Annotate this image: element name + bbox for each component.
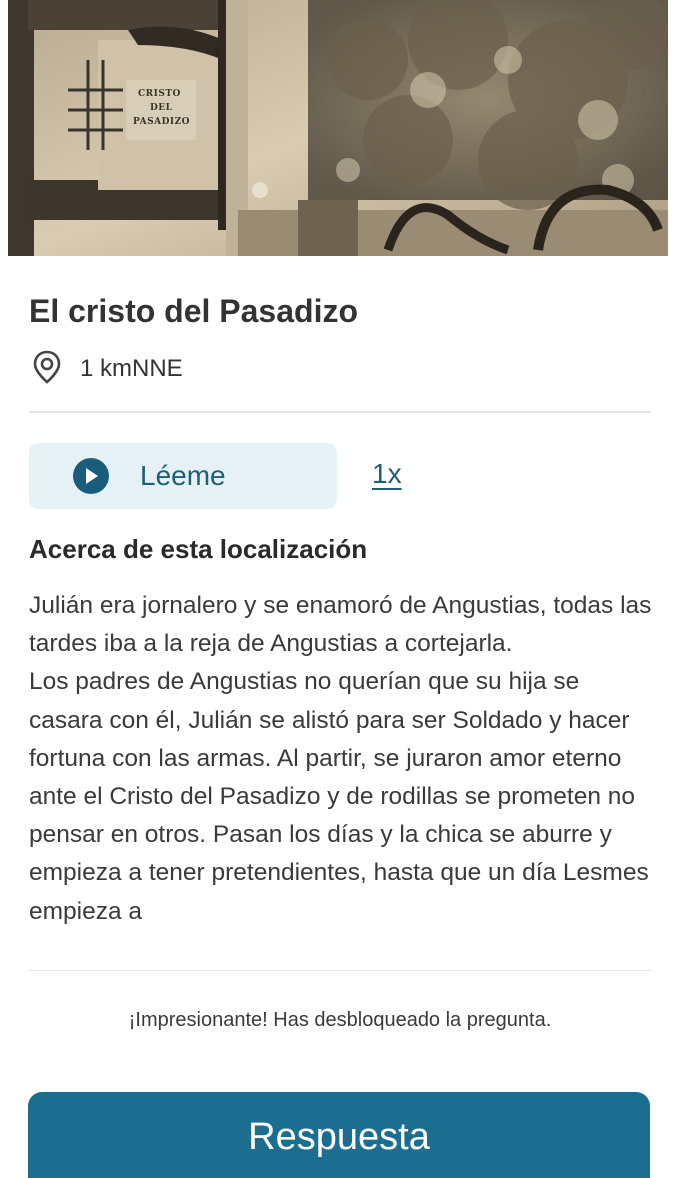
location-detail-screen: CRISTO DEL PASADIZO El cristo del Pasadi…: [0, 0, 700, 1178]
about-description[interactable]: Julián era jornalero y se enamoró de Ang…: [29, 587, 659, 967]
description-paragraph: Julián era jornalero y se enamoró de Ang…: [29, 592, 652, 658]
about-heading: Acerca de esta localización: [29, 534, 368, 564]
divider: [29, 411, 651, 413]
cristo-plaque: CRISTO DEL PASADIZO: [126, 80, 196, 140]
read-aloud-button[interactable]: Léeme: [29, 443, 337, 509]
location-title: El cristo del Pasadizo: [29, 293, 358, 329]
playback-speed-link[interactable]: 1x: [372, 458, 402, 490]
distance-row: 1 kmNNE: [32, 350, 183, 389]
unlock-message: ¡Impresionante! Has desbloqueado la preg…: [128, 1009, 552, 1031]
location-photo-image: CRISTO DEL PASADIZO: [8, 0, 668, 256]
description-paragraph: Los padres de Angustias no querían que s…: [29, 668, 649, 925]
location-pin-icon: [32, 350, 62, 389]
play-icon: [73, 458, 109, 494]
location-photo: CRISTO DEL PASADIZO: [8, 0, 668, 256]
divider: [29, 970, 651, 971]
svg-text:CRISTO: CRISTO: [138, 89, 181, 99]
read-aloud-label: Léeme: [140, 460, 226, 491]
svg-text:PASADIZO: PASADIZO: [133, 117, 190, 127]
svg-text:DEL: DEL: [150, 103, 173, 113]
answer-button[interactable]: Respuesta: [28, 1092, 650, 1178]
distance-value: 1 kmNNE: [80, 355, 183, 382]
